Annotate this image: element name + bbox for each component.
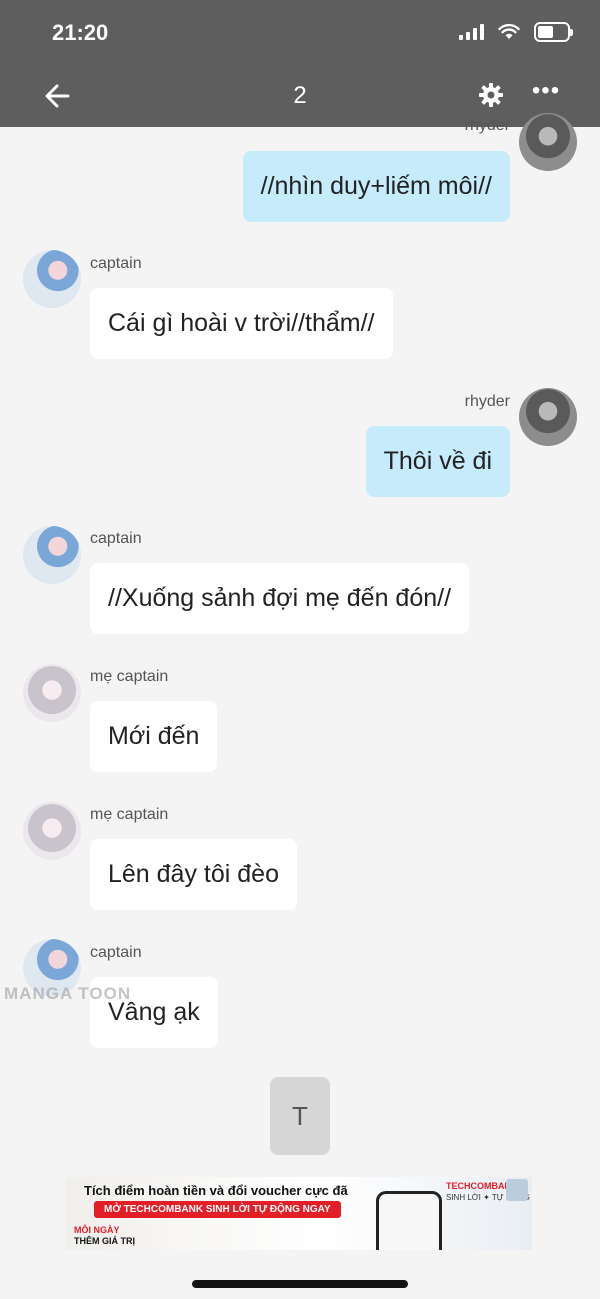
ad-tagline: THÊM GIÁ TRỊ [74, 1236, 135, 1246]
status-icons [459, 22, 573, 42]
sender-name: mẹ captain [90, 668, 169, 685]
wifi-icon [498, 24, 520, 39]
settings-button[interactable] [476, 80, 506, 110]
more-button[interactable]: ••• [528, 77, 564, 110]
ad-title: Tích điểm hoàn tiền và đổi voucher cực đ… [84, 1183, 348, 1198]
status-time: 21:20 [52, 20, 109, 45]
sender-name: rhyder [464, 117, 510, 134]
ad-cta[interactable]: MỞ TECHCOMBANK SINH LỜI TỰ ĐỘNG NGAY [94, 1201, 341, 1218]
avatar-rhyder[interactable] [519, 113, 577, 171]
message-bubble[interactable]: Cái gì hoài v trời//thẩm// [90, 288, 393, 359]
ad-tagline: MỖI NGÀY [74, 1225, 120, 1235]
top-bar: 21:20 2 ••• [0, 0, 600, 127]
message-bubble[interactable]: Lên đây tôi đèo [90, 839, 297, 910]
chat-title: 2 [293, 82, 307, 109]
sender-name: rhyder [464, 393, 510, 410]
message-bubble[interactable]: //nhìn duy+liếm môi// [242, 151, 510, 222]
sender-name: mẹ captain [90, 806, 169, 823]
avatar-me-captain[interactable] [23, 664, 81, 722]
message-bubble[interactable]: Mới đến [90, 701, 218, 772]
avatar-captain[interactable] [23, 526, 81, 584]
ad-banner[interactable]: Tích điểm hoàn tiền và đổi voucher cực đ… [66, 1177, 532, 1250]
sender-name: captain [90, 530, 142, 547]
sender-name: captain [90, 944, 142, 961]
avatar-rhyder[interactable] [519, 388, 577, 446]
watermark: MANGA TOON [4, 984, 132, 1003]
avatar-me-captain[interactable] [23, 802, 81, 860]
ad-phone-image [376, 1191, 442, 1250]
text-input-toggle-button[interactable]: T [270, 1077, 330, 1155]
avatar-captain[interactable] [23, 250, 81, 308]
gear-icon [479, 83, 503, 107]
message-bubble[interactable]: Thôi về đi [365, 426, 510, 497]
battery-icon [534, 22, 573, 42]
signal-icon [459, 24, 484, 40]
more-dots-icon: ••• [531, 77, 561, 104]
home-indicator[interactable] [192, 1280, 408, 1288]
ad-choices-icon[interactable] [506, 1179, 528, 1201]
message-bubble[interactable]: //Xuống sảnh đợi mẹ đến đón// [90, 563, 470, 634]
sender-name: captain [90, 255, 142, 272]
